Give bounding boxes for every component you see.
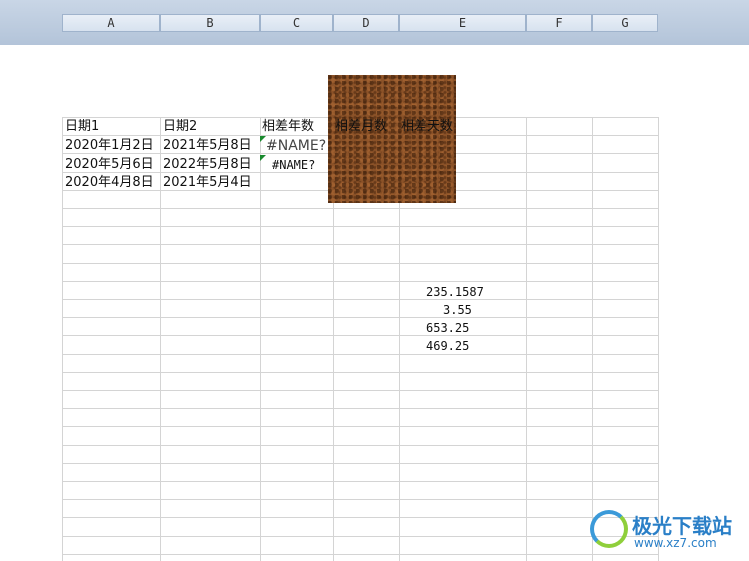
row-gridline	[62, 481, 658, 482]
cell-b1[interactable]: 日期2	[163, 118, 197, 136]
row-gridline	[62, 244, 658, 245]
cell-e12[interactable]: 653.25	[426, 319, 469, 337]
error-indicator-icon	[260, 155, 266, 161]
row-gridline	[62, 390, 658, 391]
watermark-title: 极光下载站	[632, 514, 732, 538]
column-gridline	[526, 117, 527, 561]
cell-e11[interactable]: 3.55	[443, 301, 472, 319]
row-gridline	[62, 335, 658, 336]
watermark-url: www.xz7.com	[634, 536, 717, 550]
row-gridline	[62, 517, 658, 518]
column-gridline	[160, 117, 161, 561]
cell-e1[interactable]: 相差天数	[401, 118, 453, 136]
row-gridline	[62, 299, 658, 300]
cell-e10[interactable]: 235.1587	[426, 283, 484, 301]
row-gridline	[62, 317, 658, 318]
cell-c1[interactable]: 相差年数	[262, 118, 314, 136]
cell-b4[interactable]: 2021年5月4日	[163, 174, 252, 192]
column-gridline	[658, 117, 659, 561]
row-gridline	[62, 281, 658, 282]
row-gridline	[62, 445, 658, 446]
cell-b3[interactable]: 2022年5月8日	[163, 156, 252, 174]
row-gridline	[62, 408, 658, 409]
row-gridline	[62, 463, 658, 464]
row-gridline	[62, 554, 658, 555]
row-gridline	[62, 372, 658, 373]
cell-a2[interactable]: 2020年1月2日	[65, 137, 154, 155]
cell-a3[interactable]: 2020年5月6日	[65, 156, 154, 174]
row-gridline	[62, 499, 658, 500]
row-gridline	[62, 208, 658, 209]
leather-texture-image[interactable]	[328, 75, 456, 203]
cell-d1[interactable]: 相差月数	[335, 118, 387, 136]
row-gridline	[62, 263, 658, 264]
cell-b2[interactable]: 2021年5月8日	[163, 137, 252, 155]
cell-c2[interactable]: #NAME?	[266, 137, 326, 155]
cell-e13[interactable]: 469.25	[426, 337, 469, 355]
row-gridline	[62, 354, 658, 355]
column-gridline	[260, 117, 261, 561]
watermark-logo: 极光下载站 www.xz7.com	[590, 508, 740, 552]
cell-a4[interactable]: 2020年4月8日	[65, 174, 154, 192]
column-gridline	[592, 117, 593, 561]
column-gridline	[62, 117, 63, 561]
cell-a1[interactable]: 日期1	[65, 118, 99, 136]
row-gridline	[62, 226, 658, 227]
logo-swirl-icon	[590, 510, 628, 548]
row-gridline	[62, 536, 658, 537]
cell-c3[interactable]: #NAME?	[272, 156, 315, 174]
row-gridline	[62, 426, 658, 427]
